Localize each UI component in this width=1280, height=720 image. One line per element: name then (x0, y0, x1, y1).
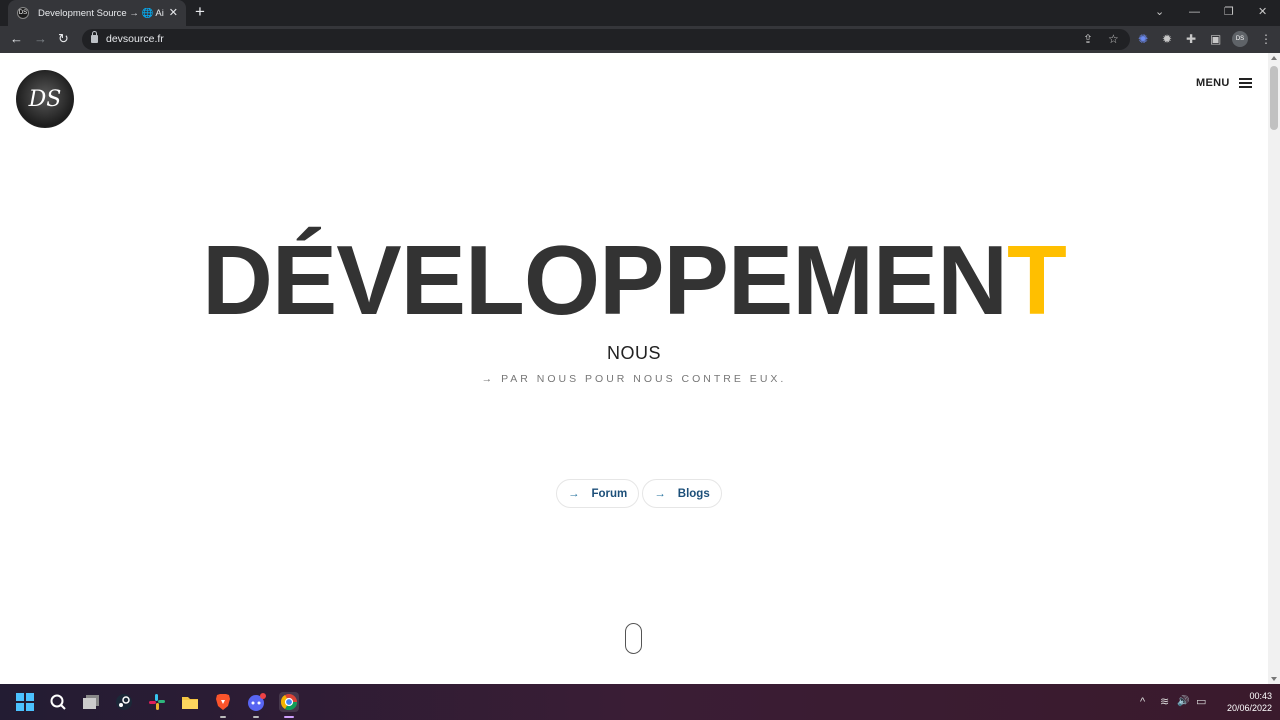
hero-title-accent: T (1006, 225, 1067, 335)
back-button[interactable]: ← (10, 31, 23, 47)
hero-tagline: → PAR NOUS POUR NOUS CONTRE EUX. (481, 373, 787, 385)
discord-running-indicator (253, 716, 259, 718)
browser-menu-icon[interactable]: ⋮ (1260, 31, 1272, 47)
arrow-right-icon: → (654, 487, 666, 500)
scrollbar-thumb[interactable] (1270, 66, 1278, 130)
volume-icon[interactable]: 🔊 (1177, 695, 1189, 709)
brave-running-indicator (220, 716, 226, 718)
browser-toolbar: ← → ↻ devsource.fr ⇪ ☆ ✺ ✹ ✚ ▣ DS ⋮ (0, 26, 1280, 53)
browser-tab[interactable]: DS Development Source → 🌐 Aide… ✕ (8, 0, 186, 26)
search-icon[interactable] (48, 692, 68, 712)
brave-icon[interactable] (213, 692, 233, 712)
browser-tab-strip: DS Development Source → 🌐 Aide… ✕ + ⌄ — … (0, 0, 1280, 26)
taskview-icon[interactable] (81, 692, 101, 712)
tray-chevron-icon[interactable]: ^ (1140, 695, 1145, 709)
arrow-right-icon: → (568, 487, 580, 500)
close-window-button[interactable]: ✕ (1258, 4, 1267, 20)
hero-title: DÉVELOPPEMENT (202, 221, 1067, 339)
menu-button[interactable]: MENU (1196, 77, 1252, 89)
reload-button[interactable]: ↻ (58, 31, 69, 47)
hero-subtitle: NOUS (606, 343, 661, 363)
extension-icon[interactable]: ✺ (1138, 31, 1148, 47)
taskbar: ^ ≋ 🔊 ▭ 00:43 20/06/2022 (0, 684, 1280, 720)
battery-icon[interactable]: ▭ (1196, 695, 1206, 709)
wifi-icon[interactable]: ≋ (1160, 695, 1169, 709)
forward-button[interactable]: → (34, 31, 47, 47)
minimize-button[interactable]: — (1189, 4, 1200, 20)
clock-date: 20/06/2022 (1226, 703, 1272, 713)
slack-icon[interactable] (147, 692, 167, 712)
forum-label: Forum (591, 487, 628, 500)
tab-close-icon[interactable]: ✕ (169, 6, 178, 20)
chrome-active-indicator (284, 716, 294, 718)
hero-title-main: DÉVELOPPEMEN (202, 225, 1008, 335)
blogs-label: Blogs (677, 487, 710, 500)
side-panel-icon[interactable]: ▣ (1210, 31, 1221, 47)
hero-title-row: DÉVELOPPEMENT (0, 221, 1268, 339)
scroll-down-arrow-icon[interactable] (1271, 677, 1277, 681)
tab-search-icon[interactable]: ⌄ (1155, 4, 1164, 20)
steam-icon[interactable] (114, 692, 134, 712)
clock-time: 00:43 (1249, 691, 1272, 701)
extensions-puzzle-icon[interactable]: ✚ (1186, 31, 1196, 47)
lock-icon[interactable] (91, 31, 98, 43)
hamburger-icon (1238, 78, 1252, 88)
taskbar-clock[interactable]: 00:43 20/06/2022 (1214, 690, 1272, 714)
restore-button[interactable]: ❐ (1224, 4, 1234, 20)
scroll-up-arrow-icon[interactable] (1271, 56, 1277, 60)
discord-icon[interactable] (246, 692, 266, 712)
extension-gear-icon[interactable]: ✹ (1162, 31, 1172, 47)
web-page: DS MENU DÉVELOPPEMENT NOUS → PAR NOUS PO… (0, 53, 1268, 684)
forum-button[interactable]: → Forum (556, 479, 640, 508)
share-icon[interactable]: ⇪ (1083, 32, 1093, 46)
cta-buttons: → Forum → Blogs (556, 479, 722, 508)
tab-title: Development Source → 🌐 Aide… (38, 7, 164, 19)
site-logo[interactable]: DS (16, 70, 74, 128)
logo-text: DS (28, 86, 62, 112)
file-explorer-icon[interactable] (180, 692, 200, 712)
url-text[interactable]: devsource.fr (106, 33, 164, 45)
tab-favicon-icon: DS (17, 7, 29, 19)
new-tab-button[interactable]: + (195, 3, 205, 21)
menu-label: MENU (1196, 77, 1230, 89)
bookmark-star-icon[interactable]: ☆ (1108, 32, 1119, 46)
blogs-button[interactable]: → Blogs (642, 479, 722, 508)
scroll-down-mouse-icon[interactable] (625, 623, 642, 654)
page-scrollbar[interactable] (1268, 53, 1280, 684)
start-icon[interactable] (15, 692, 35, 712)
chrome-icon[interactable] (279, 692, 299, 712)
address-bar[interactable]: devsource.fr ⇪ ☆ (82, 29, 1130, 50)
profile-avatar[interactable]: DS (1232, 31, 1248, 47)
